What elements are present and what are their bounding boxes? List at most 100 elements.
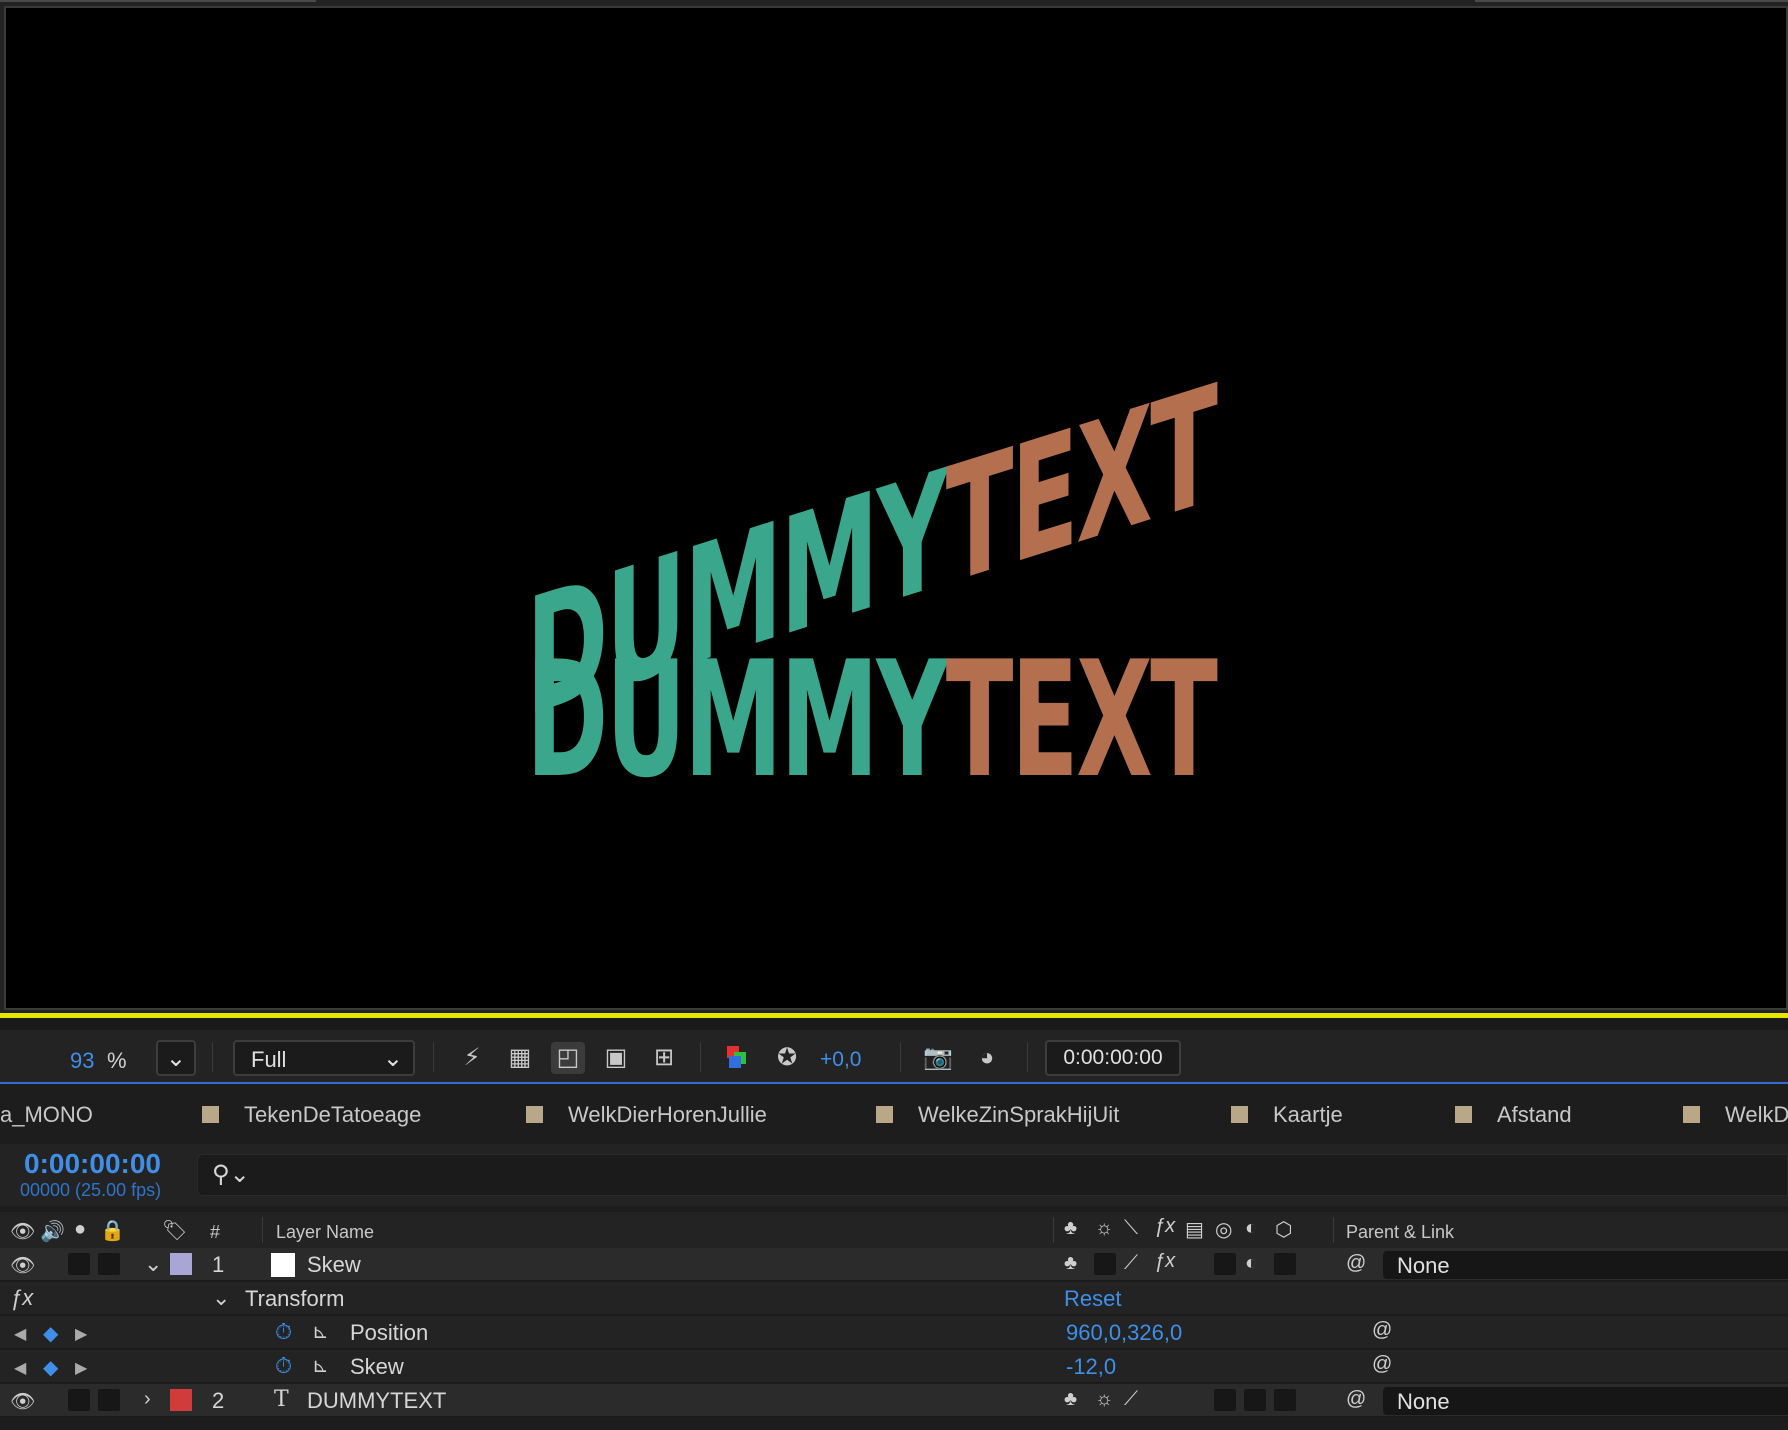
keyframe-diamond-icon[interactable]: ◆ xyxy=(43,1321,58,1346)
column-parent-link[interactable]: Parent & Link xyxy=(1346,1222,1454,1243)
channels-icon[interactable] xyxy=(723,1042,757,1074)
stopwatch-icon[interactable]: ⏱ xyxy=(275,1353,292,1379)
viewer-timecode[interactable]: 0:00:00:00 xyxy=(1045,1040,1181,1076)
mask-visibility-icon[interactable]: ◰ xyxy=(551,1042,585,1074)
motion-blur-icon[interactable]: ◎ xyxy=(1215,1217,1232,1242)
label-swatch xyxy=(1231,1106,1248,1123)
3d-layer-icon[interactable]: ⬡ xyxy=(1275,1217,1292,1242)
lock-toggle[interactable] xyxy=(98,1253,120,1275)
eye-icon[interactable]: 👁 xyxy=(10,1389,35,1414)
property-row[interactable]: ◀ ◆ ▶ ⏱ ⊾ Skew -12,0 @ xyxy=(0,1350,1788,1383)
parent-dropdown[interactable]: None xyxy=(1383,1251,1788,1279)
tab-tekendetatoeage[interactable]: TekenDeTatoeage xyxy=(202,1102,421,1128)
camera-snapshot-icon[interactable]: 📷 xyxy=(921,1042,955,1074)
transform-reset-link[interactable]: Reset xyxy=(1064,1286,1121,1312)
frame-blend-icon[interactable]: ▤ xyxy=(1185,1217,1204,1242)
work-area-bar[interactable] xyxy=(0,1013,1788,1030)
prev-keyframe-icon[interactable]: ◀ xyxy=(14,1358,26,1378)
parent-dropdown[interactable]: None xyxy=(1383,1387,1788,1415)
adjustment-icon[interactable]: ◐ xyxy=(1245,1217,1257,1240)
zoom-value[interactable]: 93 xyxy=(70,1048,94,1074)
property-name: Position xyxy=(350,1320,429,1345)
collapse-toggle[interactable] xyxy=(1094,1253,1116,1275)
pick-whip-icon[interactable]: @ xyxy=(1372,1319,1392,1342)
chevron-down-icon[interactable]: ⌄ xyxy=(212,1285,230,1311)
solo-icon[interactable]: ● xyxy=(74,1218,86,1241)
layer-index: 1 xyxy=(212,1252,225,1277)
collapse-icon[interactable]: ☼ xyxy=(1095,1217,1113,1240)
property-row[interactable]: ◀ ◆ ▶ ⏱ ⊾ Position 960,0,326,0 @ xyxy=(0,1316,1788,1349)
audio-icon[interactable]: 🔊 xyxy=(40,1219,65,1244)
layer-column-headers: 👁 🔊 ● 🔒 🏷 # Layer Name ♣ ☼ ⟍ ƒx ▤ ◎ ◐ ⬡ … xyxy=(0,1212,1788,1248)
graph-icon[interactable]: ⊾ xyxy=(312,1353,329,1378)
layer-row[interactable]: 👁 ⌄ 1 Skew ♣ ⟋ ƒx ◐ @ None xyxy=(0,1248,1788,1281)
chevron-right-icon[interactable]: › xyxy=(144,1388,151,1411)
grid-guides-icon[interactable]: ⊞ xyxy=(647,1042,681,1074)
chevron-down-icon[interactable]: ⌄ xyxy=(144,1251,162,1277)
shy-icon[interactable]: ♣ xyxy=(1064,1388,1077,1411)
motion-blur-toggle[interactable] xyxy=(1214,1389,1236,1411)
current-time[interactable]: 0:00:00:00 xyxy=(24,1148,161,1180)
transparency-grid-icon[interactable]: ▦ xyxy=(503,1042,537,1074)
lock-toggle[interactable] xyxy=(98,1389,120,1411)
keyframe-diamond-icon[interactable]: ◆ xyxy=(43,1355,58,1380)
viewer-toolbar: 93 % ⌄ Full ⌄ ⚡ ▦ ◰ ▣ ⊞ ✪ +0,0 📷 ◕ 0:00:… xyxy=(0,1030,1788,1084)
eye-icon[interactable]: 👁 xyxy=(10,1253,35,1278)
effects-icon[interactable]: ƒx xyxy=(1154,1250,1175,1273)
quality-icon[interactable]: ⟋ xyxy=(1124,1388,1138,1411)
next-keyframe-icon[interactable]: ▶ xyxy=(75,1324,87,1344)
tab-kaartje[interactable]: Kaartje xyxy=(1231,1102,1343,1128)
zoom-dropdown[interactable]: ⌄ xyxy=(156,1040,196,1076)
straight-text-line: DUMMYTEXT xyxy=(526,640,1218,800)
tab-afstand[interactable]: Afstand xyxy=(1455,1102,1572,1128)
exposure-reset-icon[interactable]: ✪ xyxy=(770,1042,804,1074)
search-icon: ⚲⌄ xyxy=(212,1161,250,1188)
composition-viewer[interactable]: DUMMYTEXT DUMMYTEXT xyxy=(0,0,1788,1013)
exposure-value[interactable]: +0,0 xyxy=(820,1048,861,1072)
pick-whip-icon[interactable]: @ xyxy=(1372,1353,1392,1376)
pick-whip-icon[interactable]: @ xyxy=(1346,1252,1366,1275)
stopwatch-icon[interactable]: ⏱ xyxy=(275,1319,292,1345)
adjustment-toggle[interactable] xyxy=(1244,1389,1266,1411)
audio-toggle[interactable] xyxy=(68,1253,90,1275)
layer-name[interactable]: DUMMYTEXT xyxy=(307,1388,446,1414)
lock-icon[interactable]: 🔒 xyxy=(100,1218,125,1243)
effects-icon[interactable]: ƒx xyxy=(1154,1215,1175,1238)
skew-value[interactable]: -12,0 xyxy=(1066,1354,1116,1380)
resolution-dropdown[interactable]: Full ⌄ xyxy=(233,1040,415,1076)
tab-welkd[interactable]: WelkD xyxy=(1683,1102,1788,1128)
label-swatch xyxy=(202,1106,219,1123)
layer-label-color[interactable] xyxy=(170,1253,192,1275)
shy-icon[interactable]: ♣ xyxy=(1064,1252,1077,1275)
position-value[interactable]: 960,0,326,0 xyxy=(1066,1320,1182,1346)
transform-group-row[interactable]: ƒx ⌄ Transform Reset xyxy=(0,1282,1788,1315)
effects-icon: ƒx xyxy=(10,1285,34,1310)
column-layer-name[interactable]: Layer Name xyxy=(276,1222,374,1243)
text-part-text: TEXT xyxy=(945,349,1216,622)
next-keyframe-icon[interactable]: ▶ xyxy=(75,1358,87,1378)
motion-blur-toggle[interactable] xyxy=(1214,1253,1236,1275)
show-snapshot-icon[interactable]: ◕ xyxy=(970,1042,1004,1074)
quality-icon[interactable]: ⟋ xyxy=(1124,1252,1138,1275)
layer-row[interactable]: 👁 › 2 T DUMMYTEXT ♣ ☼ ⟋ @ None xyxy=(0,1384,1788,1417)
audio-toggle[interactable] xyxy=(68,1389,90,1411)
tab-welkdierhorenjullie[interactable]: WelkDierHorenJullie xyxy=(526,1102,767,1128)
layer-label-color[interactable] xyxy=(170,1389,192,1411)
3d-toggle[interactable] xyxy=(1274,1253,1296,1275)
label-tag-icon[interactable]: 🏷 xyxy=(162,1218,187,1243)
shy-icon[interactable]: ♣ xyxy=(1064,1217,1077,1240)
graph-icon[interactable]: ⊾ xyxy=(312,1319,329,1344)
region-of-interest-icon[interactable]: ▣ xyxy=(599,1042,633,1074)
layer-name[interactable]: Skew xyxy=(307,1252,361,1278)
tab-welkezinsprakhijuit[interactable]: WelkeZinSprakHijUit xyxy=(876,1102,1119,1128)
fast-previews-icon[interactable]: ⚡ xyxy=(455,1042,489,1074)
adjustment-icon[interactable]: ◐ xyxy=(1245,1252,1257,1275)
layer-search-input[interactable]: ⚲⌄ xyxy=(197,1154,1788,1196)
quality-icon[interactable]: ⟍ xyxy=(1124,1217,1138,1240)
pick-whip-icon[interactable]: @ xyxy=(1346,1388,1366,1411)
tab-mono[interactable]: a_MONO xyxy=(0,1102,93,1128)
collapse-icon[interactable]: ☼ xyxy=(1095,1388,1113,1411)
eye-icon[interactable]: 👁 xyxy=(10,1219,35,1244)
3d-toggle[interactable] xyxy=(1274,1389,1296,1411)
prev-keyframe-icon[interactable]: ◀ xyxy=(14,1324,26,1344)
